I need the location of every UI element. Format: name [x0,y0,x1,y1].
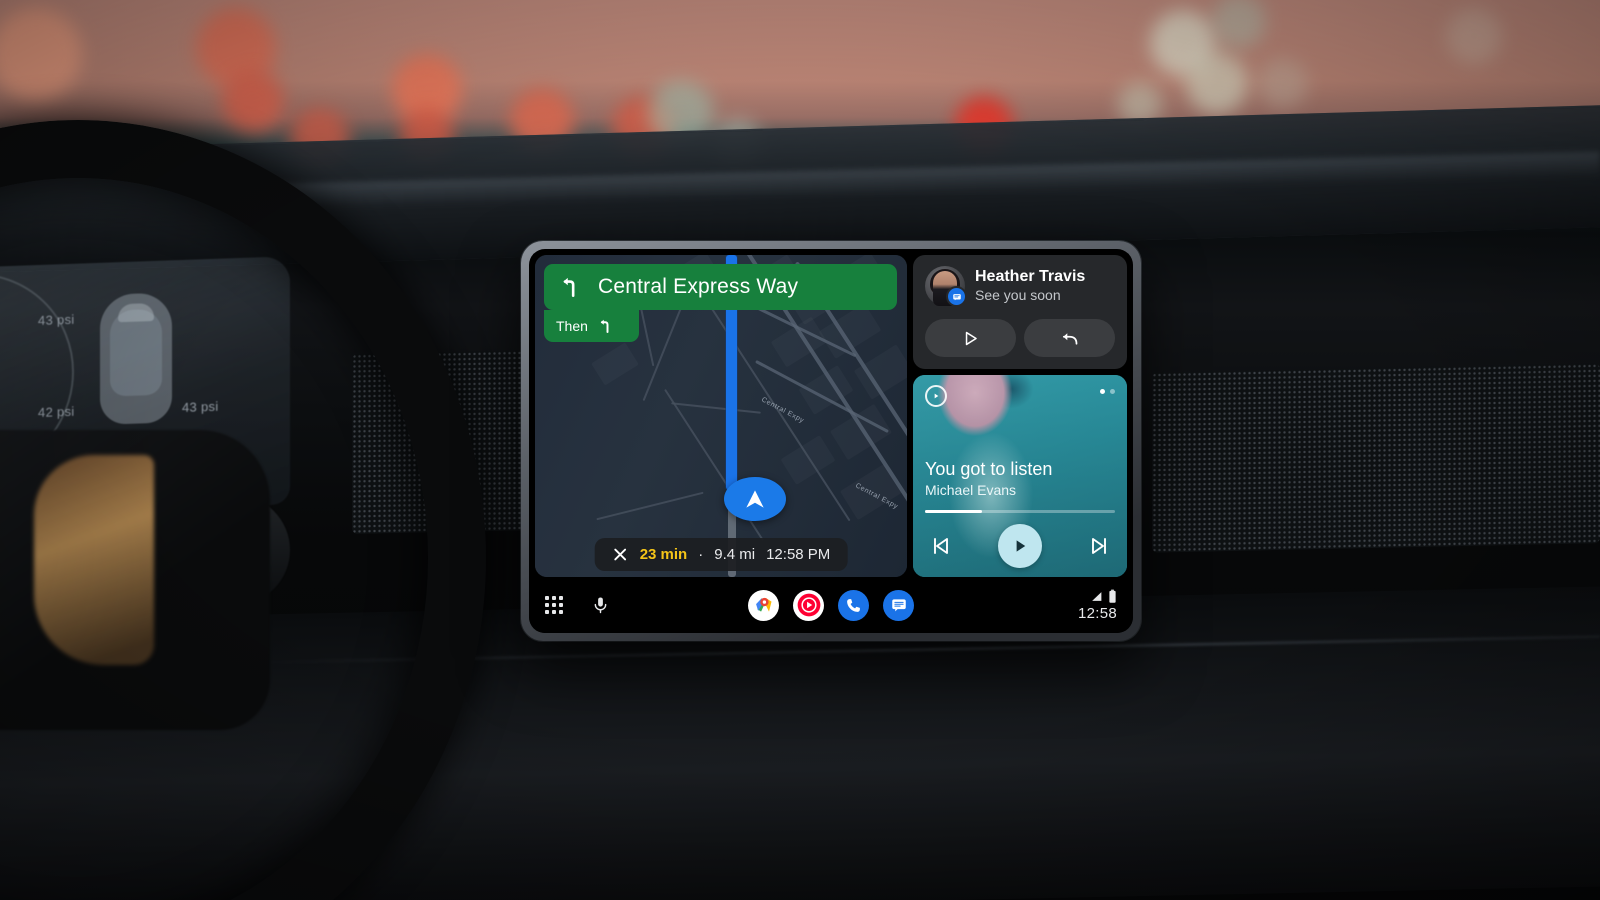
media-progress-fill [925,510,982,513]
taskbar-left [545,593,610,617]
next-maneuver-bar: Then [544,310,639,342]
signal-bars-icon [1092,591,1102,601]
grid-dot [545,603,549,607]
play-icon [1016,540,1026,552]
page-dot[interactable] [1110,389,1115,394]
eta-separator: · [698,546,704,563]
play-message-button[interactable] [925,319,1016,357]
navigation-street-label: Central Express Way [598,275,799,298]
bokeh-light [1258,58,1308,108]
message-actions [925,319,1115,357]
reply-arrow-icon [1062,332,1078,345]
current-location-marker [724,477,786,521]
media-progress-bar[interactable] [925,510,1115,513]
youtube-music-icon [797,593,820,617]
eta-duration: 23 min [639,546,688,563]
play-icon [934,393,939,399]
navigation-banner[interactable]: Central Express Way [544,264,897,310]
eta-arrival-time: 12:58 PM [766,546,831,563]
message-texts: Heather Travis See you soon [975,268,1085,303]
bokeh-light [196,8,276,88]
bokeh-light [1186,52,1248,114]
grid-dot [545,610,549,614]
app-grid-icon[interactable] [545,596,563,614]
youtube-music-app-icon[interactable] [793,589,824,621]
youtube-music-icon [925,385,947,407]
avatar [925,266,967,307]
bokeh-light [1446,8,1502,64]
play-icon [965,331,977,345]
dashboard-scene: 43 psi 42 psi 43 psi 137 mi [0,0,1600,900]
bokeh-light [1150,10,1216,76]
maps-app-icon[interactable] [748,589,779,621]
bokeh-light [1212,0,1266,48]
battery-icon [1109,589,1116,603]
taskbar-apps [748,589,914,621]
media-artist: Michael Evans [925,482,1017,499]
chat-bubble-icon [952,293,961,300]
bokeh-light [0,8,82,100]
media-header [925,385,1115,407]
android-auto-screen: Central Expy Central Expy Central Expres… [529,249,1133,633]
media-card[interactable]: You got to listen Michael Evans [913,375,1127,577]
bokeh-light [222,70,284,132]
screen-content: Central Expy Central Expy Central Expres… [529,249,1133,577]
then-label: Then [556,318,588,334]
skip-next-icon[interactable] [1087,534,1111,558]
taskbar-clock: 12:58 [1077,604,1117,622]
bokeh-light [392,54,462,124]
side-rail: Heather Travis See you soon You got to l… [913,255,1127,577]
media-content: You got to listen Michael Evans [913,375,1127,577]
eta-distance: 9.4 mi [714,546,756,563]
turn-left-icon [563,277,575,297]
phone-app-icon[interactable] [838,589,869,621]
messages-icon [946,286,967,307]
media-controls [925,524,1115,568]
microphone-icon[interactable] [591,593,610,617]
reply-message-button[interactable] [1024,319,1115,357]
messages-app-icon[interactable] [883,589,914,621]
steering-wheel-trim [34,455,154,665]
turn-left-icon [600,319,609,333]
page-indicator [1100,389,1115,394]
grid-dot [559,603,563,607]
taskbar-status: 12:58 [1078,589,1117,622]
grid-dot [545,596,549,600]
map-pin-icon [755,597,771,612]
map-pane[interactable]: Central Expy Central Expy Central Expres… [535,255,907,577]
phone-handset-icon [847,598,860,612]
status-icons [1089,589,1117,604]
message-preview: See you soon [975,286,1061,303]
grid-dot [559,610,563,614]
skip-previous-icon[interactable] [929,534,953,558]
grid-dot [552,610,556,614]
page-dot-active[interactable] [1100,389,1105,394]
speaker-grille-right [1152,363,1600,553]
taskbar: 12:58 [529,577,1133,633]
grid-dot [559,596,563,600]
media-play-button[interactable] [998,524,1042,568]
close-icon[interactable] [612,546,629,563]
chat-bubble-icon [891,599,906,612]
message-sender: Heather Travis [975,268,1086,286]
media-title: You got to listen [925,458,1053,479]
message-card[interactable]: Heather Travis See you soon [913,255,1127,369]
head-unit-display: Central Expy Central Expy Central Expres… [521,241,1141,641]
grid-dot [552,603,556,607]
navigation-chevron-icon [746,490,764,508]
grid-dot [552,596,556,600]
eta-bar[interactable]: 23 min · 9.4 mi 12:58 PM [594,538,848,571]
message-header: Heather Travis See you soon [925,266,1115,307]
